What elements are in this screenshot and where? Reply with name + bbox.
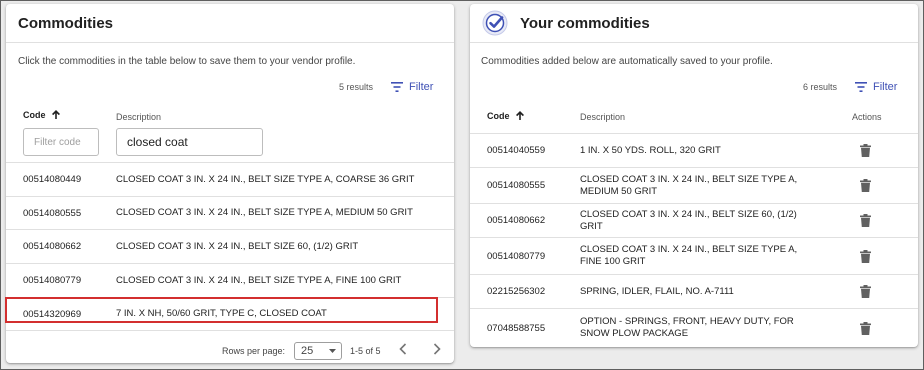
row-code: 07048588755 [487, 322, 546, 334]
trash-icon[interactable] [860, 144, 871, 157]
code-filter-input[interactable] [23, 128, 99, 156]
row-description: CLOSED COAT 3 IN. X 24 IN., BELT SIZE TY… [580, 173, 798, 197]
table-row[interactable]: 00514080662 CLOSED COAT 3 IN. X 24 IN., … [6, 229, 454, 263]
arrow-up-icon [52, 110, 61, 119]
results-count: 5 results [339, 82, 374, 92]
column-header-description: Description [116, 112, 162, 122]
your-commodities-title: Your commodities [520, 14, 650, 32]
commodities-header: Commodities [6, 4, 454, 43]
filter-icon [391, 82, 404, 92]
rows-per-page-select[interactable]: 25 [294, 342, 342, 360]
pagination: Rows per page: 25 1-5 of 5 [6, 337, 454, 363]
check-circle-icon [482, 10, 508, 36]
column-header-code-label: Code [23, 110, 46, 120]
chevron-right-icon[interactable] [433, 343, 441, 355]
description-filter-input[interactable] [116, 128, 263, 156]
row-code: 00514080662 [487, 215, 546, 226]
filter-icon [855, 82, 868, 92]
trash-icon[interactable] [860, 214, 871, 227]
row-code: 00514040559 [487, 145, 546, 156]
table-row[interactable]: 00514080555 CLOSED COAT 3 IN. X 24 IN., … [6, 196, 454, 229]
row-description: 1 IN. X 50 YDS. ROLL, 320 GRIT [580, 144, 721, 156]
row-code: 00514080779 [487, 250, 546, 262]
table-row: 00514040559 1 IN. X 50 YDS. ROLL, 320 GR… [470, 133, 918, 167]
your-commodities-toolbar: 6 results Filter [803, 81, 897, 93]
trash-icon[interactable] [860, 285, 871, 298]
your-commodities-instruction: Commodities added below are automaticall… [481, 56, 773, 67]
table-row: 00514080779 CLOSED COAT 3 IN. X 24 IN., … [470, 237, 918, 274]
commodities-toolbar: 5 results Filter [339, 81, 433, 93]
table-row[interactable]: 00514080449 CLOSED COAT 3 IN. X 24 IN., … [6, 162, 454, 196]
column-header-actions: Actions [852, 112, 882, 122]
row-description: CLOSED COAT 3 IN. X 24 IN., BELT SIZE 60… [580, 208, 797, 232]
caret-down-icon [329, 349, 336, 353]
column-header-code[interactable]: Code [487, 111, 525, 121]
your-commodities-panel: Your commodities Commodities added below… [470, 4, 918, 347]
arrow-up-icon [516, 111, 525, 120]
results-count: 6 results [803, 82, 838, 92]
page-range: 1-5 of 5 [350, 346, 381, 356]
column-header-description: Description [580, 112, 626, 122]
trash-icon[interactable] [860, 321, 871, 335]
row-code: 02215256302 [487, 286, 546, 297]
trash-icon[interactable] [860, 249, 871, 263]
filter-button[interactable]: Filter [391, 81, 433, 93]
row-code: 00514080779 [23, 275, 82, 286]
row-description: OPTION - SPRINGS, FRONT, HEAVY DUTY, FOR… [580, 316, 794, 339]
rows-per-page-label: Rows per page: [222, 346, 286, 356]
table-row: 00514080662 CLOSED COAT 3 IN. X 24 IN., … [470, 203, 918, 237]
trash-icon[interactable] [860, 179, 871, 192]
column-header-code-label: Code [487, 111, 510, 121]
table-row[interactable]: 00514080779 CLOSED COAT 3 IN. X 24 IN., … [6, 263, 454, 297]
row-code: 00514080449 [23, 174, 82, 185]
your-commodities-header: Your commodities [470, 4, 918, 43]
commodities-instruction: Click the commodities in the table below… [18, 56, 356, 67]
filter-label: Filter [873, 81, 898, 93]
row-description: CLOSED COAT 3 IN. X 24 IN., BELT SIZE TY… [116, 207, 413, 218]
column-header-code[interactable]: Code [23, 110, 61, 120]
row-description: CLOSED COAT 3 IN. X 24 IN., BELT SIZE TY… [580, 244, 798, 267]
filter-button[interactable]: Filter [855, 81, 897, 93]
commodities-title: Commodities [18, 14, 114, 32]
highlight-annotation [5, 297, 438, 323]
row-description: CLOSED COAT 3 IN. X 24 IN., BELT SIZE 60… [116, 240, 359, 252]
table-row: 02215256302 SPRING, IDLER, FLAIL, NO. A-… [470, 274, 918, 308]
table-row: 00514080555 CLOSED COAT 3 IN. X 24 IN., … [470, 167, 918, 203]
table-row: 07048588755 OPTION - SPRINGS, FRONT, HEA… [470, 308, 918, 347]
filter-label: Filter [409, 81, 434, 93]
row-description: CLOSED COAT 3 IN. X 24 IN., BELT SIZE TY… [116, 173, 415, 185]
rows-per-page-value: 25 [301, 345, 314, 357]
row-code: 00514080662 [23, 241, 82, 252]
row-description: CLOSED COAT 3 IN. X 24 IN., BELT SIZE TY… [116, 274, 402, 286]
row-code: 00514080555 [23, 207, 82, 219]
row-code: 00514080555 [487, 180, 546, 191]
chevron-left-icon[interactable] [399, 343, 407, 355]
row-description: SPRING, IDLER, FLAIL, NO. A-7111 [580, 285, 734, 297]
